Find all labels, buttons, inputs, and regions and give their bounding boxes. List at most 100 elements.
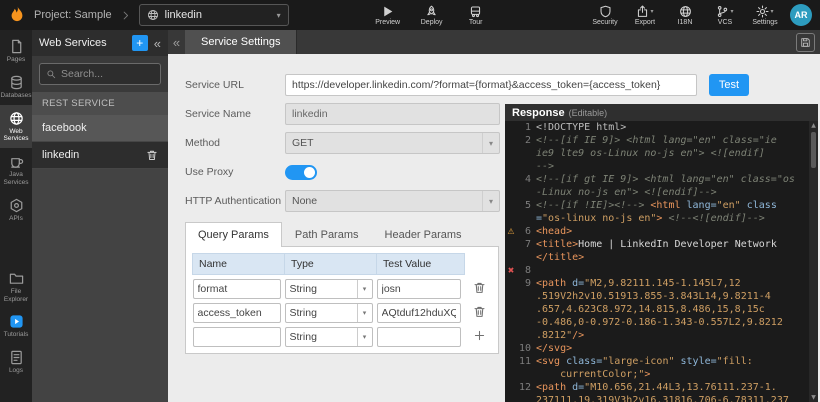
sidebar-item-apis[interactable]: APIs — [0, 192, 32, 228]
column-header-name: Name — [193, 254, 285, 275]
param-type-value: String — [286, 307, 357, 319]
tab-label: Service Settings — [201, 36, 280, 48]
collapse-panel-icon[interactable]: « — [154, 36, 161, 51]
avatar[interactable]: AR — [790, 4, 812, 26]
use-proxy-toggle[interactable] — [285, 165, 317, 180]
http-authentication-select[interactable]: None ▾ — [285, 190, 500, 212]
java-services-icon — [9, 154, 24, 169]
service-name: linkedin — [42, 149, 79, 161]
sidebar-item-databases[interactable]: Databases — [0, 69, 32, 105]
param-name-input[interactable] — [193, 303, 281, 323]
delete-service-icon[interactable] — [146, 149, 158, 161]
tab-query-params[interactable]: Query Params — [185, 222, 282, 247]
response-subtitle: (Editable) — [569, 108, 608, 118]
code-text: <svg class="large-icon" style="fill: — [536, 355, 809, 368]
gutter-spacer — [505, 329, 517, 342]
code-row: 11<svg class="large-icon" style="fill: — [505, 355, 809, 368]
topbar-action-vcs[interactable]: ▾VCS — [712, 5, 738, 26]
tab-path-params[interactable]: Path Params — [282, 222, 372, 247]
delete-param-icon[interactable] — [473, 305, 486, 318]
gutter-spacer — [505, 238, 517, 251]
scroll-up-icon[interactable]: ▲ — [811, 121, 816, 130]
gutter-spacer — [505, 394, 517, 402]
code-scrollbar[interactable]: ▲ ▼ — [809, 121, 818, 402]
project-label: Project: Sample — [34, 9, 112, 21]
add-param-icon[interactable] — [473, 329, 486, 342]
http-authentication-value: None — [286, 195, 482, 207]
code-row: 1<!DOCTYPE html> — [505, 121, 809, 134]
code-text: .657,4.623C8.972,14.815,8.486,15,8,15c — [536, 303, 809, 316]
service-item-linkedin[interactable]: linkedin — [32, 142, 168, 169]
topbar-action-security[interactable]: Security — [592, 5, 618, 26]
chevron-down-icon: ▾ — [277, 11, 281, 20]
sidebar-item-tutorials[interactable]: Tutorials — [0, 308, 32, 344]
chevron-right-icon — [120, 10, 131, 21]
line-number — [517, 186, 536, 199]
gutter-spacer — [505, 303, 517, 316]
topbar-action-i18n[interactable]: I18N — [672, 5, 698, 26]
topbar-action-export[interactable]: ▾Export — [632, 5, 658, 26]
artifact-selector[interactable]: linkedin ▾ — [139, 4, 289, 26]
sidebar-item-label: Databases — [0, 92, 31, 100]
param-type-select[interactable]: String▾ — [285, 327, 373, 347]
topbar-action-deploy[interactable]: Deploy — [419, 5, 445, 26]
sidebar-item-java-services[interactable]: Java Services — [0, 148, 32, 192]
delete-param-icon[interactable] — [473, 281, 486, 294]
service-name-input[interactable] — [285, 103, 500, 125]
response-code-editor[interactable]: 1<!DOCTYPE html>2<!--[if IE 9]> <html la… — [505, 121, 818, 402]
sidebar-item-label: Web Services — [1, 128, 31, 144]
action-label: Settings — [752, 19, 777, 26]
code-text: <path d="M10.656,21.44L3,13.76111.237-1. — [536, 381, 809, 394]
artifact-selector-value: linkedin — [165, 9, 202, 21]
test-button[interactable]: Test — [709, 74, 749, 96]
sidebar-item-logs[interactable]: Logs — [0, 344, 32, 380]
search-input[interactable] — [61, 68, 154, 80]
code-text — [536, 264, 809, 277]
sidebar-item-pages[interactable]: Pages — [0, 33, 32, 69]
code-text: <!DOCTYPE html> — [536, 121, 809, 134]
gutter-spacer — [505, 160, 517, 173]
tab-header-params[interactable]: Header Params — [372, 222, 475, 247]
code-row: 2<!--[if IE 9]> <html lang="en" class="i… — [505, 134, 809, 147]
param-type-select[interactable]: String▾ — [285, 303, 373, 323]
chevron-down-icon: ▾ — [357, 304, 372, 322]
collapse-main-icon[interactable]: « — [168, 30, 185, 54]
code-text: </svg> — [536, 342, 809, 355]
topbar-action-settings[interactable]: ▾Settings — [752, 5, 778, 26]
add-service-button[interactable]: + — [132, 35, 148, 51]
action-label: VCS — [718, 19, 732, 26]
line-number: 6 — [517, 225, 536, 238]
param-type-select[interactable]: String▾ — [285, 279, 373, 299]
service-item-facebook[interactable]: facebook — [32, 115, 168, 142]
line-number — [517, 368, 536, 381]
service-url-input[interactable] — [285, 74, 697, 96]
param-name-input[interactable] — [193, 327, 281, 347]
param-test-value-input[interactable] — [377, 279, 461, 299]
param-test-value-input[interactable] — [377, 303, 461, 323]
method-select[interactable]: GET ▾ — [285, 132, 500, 154]
code-text: 237111.19.319V3h2v16.31816.706-6.78311.2… — [536, 394, 809, 402]
topbar-action-preview[interactable]: Preview — [375, 5, 401, 26]
code-text: -0.486,0-0.972-0.186-1.343-0.557L2,9.821… — [536, 316, 809, 329]
chevron-down-icon: ▾ — [357, 280, 372, 298]
param-test-value-input[interactable] — [377, 327, 461, 347]
param-name-input[interactable] — [193, 279, 281, 299]
sidebar-item-file-explorer[interactable]: File Explorer — [0, 265, 32, 309]
gear-icon — [756, 5, 769, 18]
topbar: Project: Sample linkedin ▾ Preview Deploy… — [0, 0, 820, 30]
pages-icon — [9, 39, 24, 54]
scroll-down-icon[interactable]: ▼ — [811, 393, 816, 402]
code-rows: 1<!DOCTYPE html>2<!--[if IE 9]> <html la… — [505, 121, 809, 402]
services-panel-header: Web Services + « — [32, 30, 168, 56]
code-row: -0.486,0-0.972-0.186-1.343-0.557L2,9.821… — [505, 316, 809, 329]
save-button[interactable] — [790, 30, 820, 54]
line-number: 4 — [517, 173, 536, 186]
line-number — [517, 160, 536, 173]
scroll-thumb[interactable] — [811, 132, 816, 168]
gutter-spacer — [505, 121, 517, 134]
action-label: Deploy — [421, 19, 443, 26]
topbar-action-tour[interactable]: Tour — [463, 5, 489, 26]
sidebar-item-web-services[interactable]: Web Services — [0, 105, 32, 149]
gutter-spacer — [505, 212, 517, 225]
tab-service-settings[interactable]: Service Settings — [185, 30, 297, 54]
